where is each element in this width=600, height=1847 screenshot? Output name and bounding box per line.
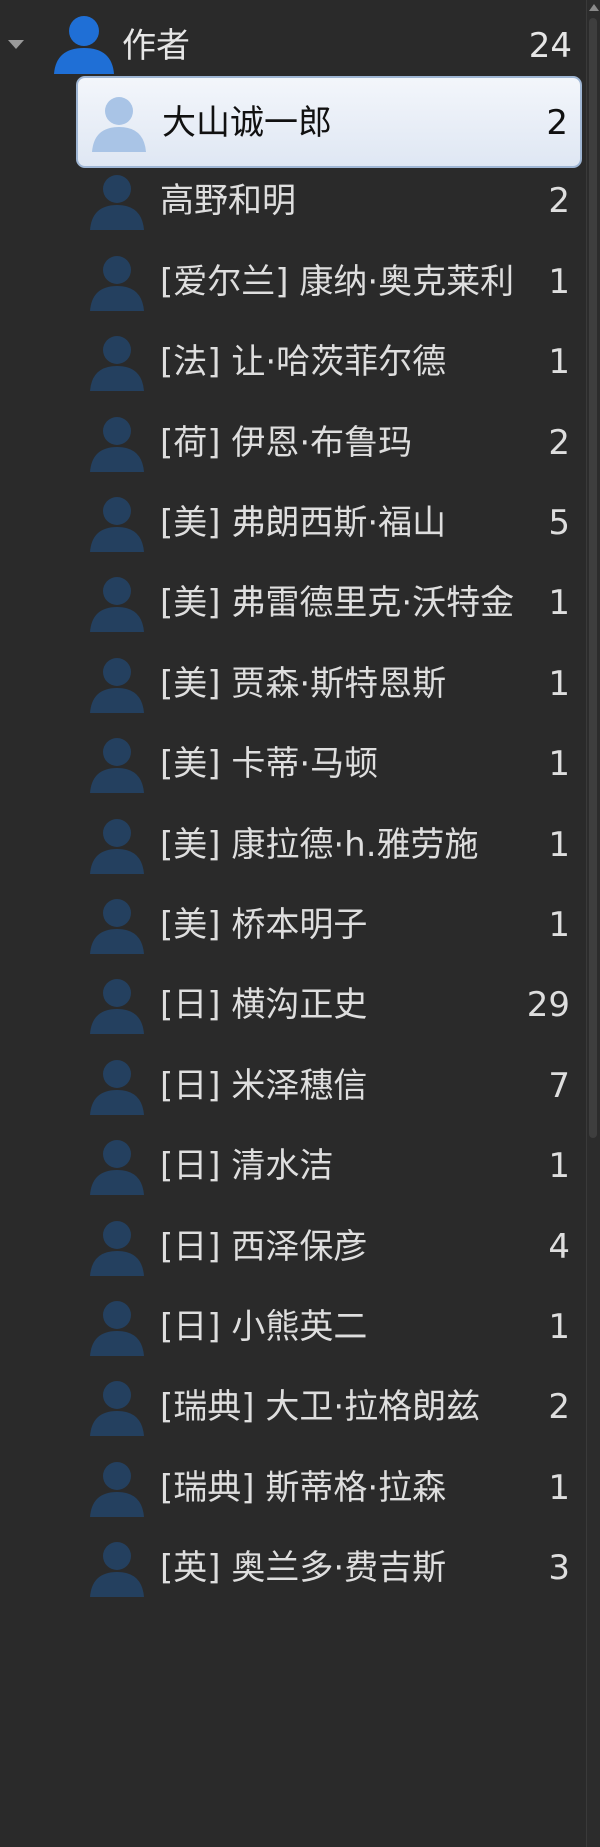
author-name: [法] 让·哈茨菲尔德 (160, 342, 447, 383)
person-icon (90, 175, 144, 231)
author-list-item[interactable]: [瑞典] 斯蒂格·拉森 1 (76, 1443, 582, 1535)
author-list-item[interactable]: [日] 清水洁 1 (76, 1121, 582, 1213)
author-list-item[interactable]: 大山诚一郎 2 (76, 76, 582, 168)
book-count: 7 (548, 1065, 570, 1106)
author-name: [日] 西泽保彦 (160, 1226, 368, 1267)
book-count: 2 (548, 181, 570, 222)
scrollbar-thumb[interactable] (589, 18, 597, 1138)
book-count: 1 (548, 905, 570, 945)
book-count: 1 (548, 583, 570, 624)
author-list-item[interactable]: [荷] 伊恩·布鲁玛 2 (76, 398, 582, 490)
book-count: 2 (548, 422, 570, 463)
book-count: 1 (548, 261, 570, 302)
author-name: [日] 米泽穗信 (160, 1065, 368, 1106)
author-list-item[interactable]: 高野和明 2 (76, 156, 582, 248)
person-icon (90, 1301, 144, 1356)
person-icon (90, 416, 144, 472)
author-name: [美] 康拉德·h.雅劳施 (160, 824, 479, 865)
person-icon (90, 255, 144, 311)
expand-arrow-icon[interactable] (8, 40, 24, 49)
book-count: 29 (526, 985, 570, 1026)
author-name: [美] 桥本明子 (160, 905, 368, 945)
vertical-scrollbar[interactable] (586, 0, 600, 1847)
author-list-item[interactable]: [美] 桥本明子 1 (76, 880, 582, 972)
author-list-item[interactable]: [日] 横沟正史 29 (76, 960, 582, 1052)
person-icon (90, 818, 144, 874)
author-list-item[interactable]: [美] 弗朗西斯·福山 5 (76, 478, 582, 570)
author-list-item[interactable]: [法] 让·哈茨菲尔德 1 (76, 317, 582, 409)
person-icon (90, 336, 144, 392)
person-icon (90, 497, 144, 552)
author-list-item[interactable]: [瑞典] 大卫·拉格朗兹 2 (76, 1362, 582, 1454)
person-icon (90, 1059, 144, 1115)
author-list-item[interactable]: [日] 西泽保彦 4 (76, 1202, 582, 1294)
author-name: [日] 横沟正史 (160, 985, 368, 1026)
author-name: [美] 弗雷德里克·沃特金 (160, 583, 515, 624)
person-icon (90, 979, 144, 1035)
author-name: [日] 小熊英二 (160, 1307, 368, 1347)
author-name: [英] 奥兰多·费吉斯 (160, 1548, 447, 1589)
person-icon (90, 1381, 144, 1437)
person-icon (90, 1220, 144, 1276)
node-label: 作者 (122, 26, 190, 66)
book-count: 4 (548, 1226, 570, 1267)
book-count: 1 (548, 663, 570, 704)
author-name: [美] 弗朗西斯·福山 (160, 503, 447, 543)
person-icon (90, 738, 144, 794)
book-count: 1 (548, 824, 570, 865)
author-list-item[interactable]: [美] 弗雷德里克·沃特金 1 (76, 558, 582, 650)
author-list-item[interactable]: [美] 康拉德·h.雅劳施 1 (76, 800, 582, 892)
author-name: [美] 贾森·斯特恩斯 (160, 663, 447, 704)
book-count: 1 (548, 1467, 570, 1508)
scroll-up-arrow-icon[interactable] (589, 4, 599, 11)
author-list-item[interactable]: [日] 小熊英二 1 (76, 1282, 582, 1374)
person-icon (90, 577, 144, 633)
book-count: 2 (546, 103, 568, 143)
book-count: 3 (548, 1548, 570, 1589)
node-count: 24 (528, 26, 572, 66)
person-icon (92, 97, 146, 152)
person-icon (90, 1542, 144, 1598)
author-list-item[interactable]: [美] 卡蒂·马顿 1 (76, 719, 582, 811)
book-count: 1 (548, 342, 570, 383)
author-name: 高野和明 (160, 181, 296, 222)
tree-node-authors[interactable]: 作者 24 (0, 4, 586, 84)
author-name: 大山诚一郎 (162, 103, 332, 143)
author-name: [瑞典] 大卫·拉格朗兹 (160, 1387, 481, 1428)
person-icon (90, 1461, 144, 1517)
book-count: 1 (548, 744, 570, 785)
author-name: [爱尔兰] 康纳·奥克莱利 (160, 261, 515, 302)
author-name: [荷] 伊恩·布鲁玛 (160, 422, 413, 463)
person-icon (90, 657, 144, 713)
author-tree: 作者 24 大山诚一郎 2 高野和明 2 [爱尔兰] 康纳·奥克莱利 1 [法] 让·哈茨菲… (0, 0, 586, 1847)
person-icon (54, 16, 114, 74)
book-count: 2 (548, 1387, 570, 1428)
person-icon (90, 1140, 144, 1196)
author-list-item[interactable]: [美] 贾森·斯特恩斯 1 (76, 639, 582, 731)
author-name: [日] 清水洁 (160, 1146, 334, 1187)
author-name: [美] 卡蒂·马顿 (160, 744, 379, 785)
book-count: 1 (548, 1307, 570, 1347)
author-list-item[interactable]: [英] 奥兰多·费吉斯 3 (76, 1523, 582, 1615)
book-count: 1 (548, 1146, 570, 1187)
author-list-item[interactable]: [爱尔兰] 康纳·奥克莱利 1 (76, 237, 582, 329)
book-count: 5 (548, 503, 570, 543)
author-name: [瑞典] 斯蒂格·拉森 (160, 1467, 447, 1508)
author-list-item[interactable]: [日] 米泽穗信 7 (76, 1041, 582, 1133)
person-icon (90, 899, 144, 954)
